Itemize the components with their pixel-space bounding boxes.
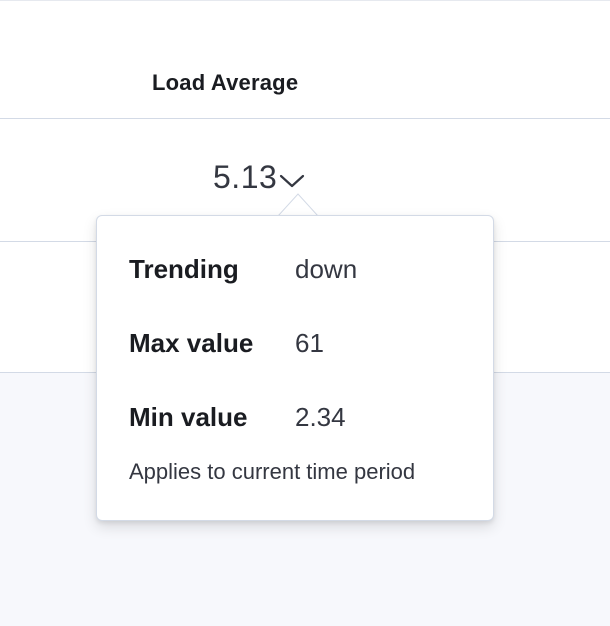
stat-label: Trending xyxy=(129,254,239,284)
popover-arrow xyxy=(278,193,318,216)
column-header-load-average[interactable]: Load Average xyxy=(152,70,298,96)
popover-note: Applies to current time period xyxy=(129,459,416,484)
load-average-cell[interactable]: 5.13 xyxy=(213,159,305,196)
stat-label: Min value xyxy=(129,402,248,432)
stat-row-min-value: Min value 2.34 xyxy=(129,402,346,433)
trend-details-popover: Trending down Max value 61 Min value 2.3… xyxy=(96,215,494,521)
chevron-down-icon[interactable] xyxy=(279,171,305,191)
table-header-row: Load Average xyxy=(0,0,610,119)
stat-row-max-value: Max value 61 xyxy=(129,328,324,359)
stat-value: 2.34 xyxy=(295,402,346,432)
stat-value: down xyxy=(295,254,358,284)
stat-label: Max value xyxy=(129,328,254,358)
stat-value: 61 xyxy=(295,328,324,358)
stat-row-trending: Trending down xyxy=(129,254,357,285)
load-average-value[interactable]: 5.13 xyxy=(213,159,277,196)
